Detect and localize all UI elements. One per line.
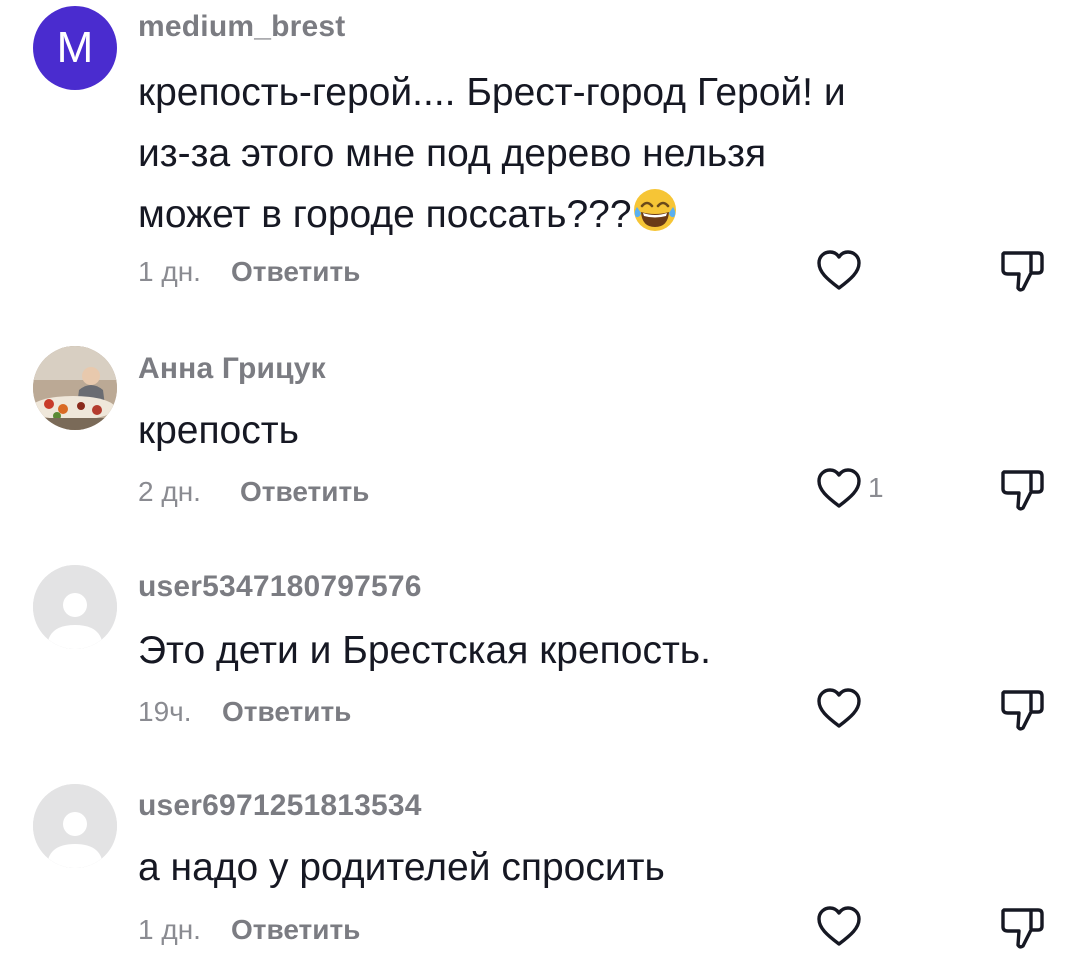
- default-avatar-icon: [33, 784, 117, 868]
- comment-text: а надо у родителей спросить: [138, 837, 938, 898]
- comment-text-line: может в городе поссать???: [138, 184, 938, 245]
- default-avatar-icon: [33, 565, 117, 649]
- avatar[interactable]: [33, 346, 117, 430]
- avatar[interactable]: M: [33, 6, 117, 90]
- reply-button[interactable]: Ответить: [222, 696, 351, 728]
- comment-timestamp: 1 дн.: [138, 256, 201, 287]
- comment-username[interactable]: user6971251813534: [138, 789, 422, 823]
- comment-text-line: из-за этого мне под дерево нельзя: [138, 132, 767, 175]
- comment-text: крепость: [138, 400, 938, 461]
- comment-timestamp: 1 дн.: [138, 914, 201, 945]
- comment-text: крепость-герой.... Брест-город Герой! и …: [138, 62, 938, 245]
- reply-button[interactable]: Ответить: [231, 256, 360, 288]
- avatar-photo-image: [33, 346, 117, 430]
- like-count: 1: [868, 472, 884, 503]
- comment-text-line: крепость-герой.... Брест-город Герой! и: [138, 71, 846, 114]
- comment-item: M medium_brest крепость-герой.... Брест-…: [0, 0, 1080, 320]
- comment-text-line: Это дети и Брестская крепость.: [138, 629, 711, 672]
- reply-button[interactable]: Ответить: [231, 914, 360, 946]
- heart-outline-icon[interactable]: [815, 466, 863, 510]
- avatar[interactable]: [33, 565, 117, 649]
- heart-outline-icon[interactable]: [815, 904, 863, 948]
- comment-text-line: а надо у родителей спросить: [138, 846, 665, 889]
- heart-outline-icon[interactable]: [815, 686, 863, 730]
- avatar[interactable]: [33, 784, 117, 868]
- comment-timestamp: 2 дн.: [138, 476, 201, 507]
- heart-outline-icon[interactable]: [815, 248, 863, 292]
- thumbs-down-outline-icon[interactable]: [998, 686, 1046, 732]
- comment-username[interactable]: medium_brest: [138, 10, 345, 44]
- comment-username[interactable]: user5347180797576: [138, 570, 422, 604]
- face-with-tears-of-joy-emoji: [633, 189, 676, 231]
- avatar-letter: M: [56, 23, 94, 72]
- thumbs-down-outline-icon[interactable]: [998, 247, 1046, 293]
- comment-text-line: крепость: [138, 409, 299, 452]
- comment-username[interactable]: Анна Грицук: [138, 352, 326, 386]
- thumbs-down-outline-icon[interactable]: [998, 466, 1046, 512]
- thumbs-down-outline-icon[interactable]: [998, 904, 1046, 950]
- comment-timestamp: 19ч.: [138, 696, 192, 727]
- comment-text: Это дети и Брестская крепость.: [138, 620, 938, 681]
- reply-button[interactable]: Ответить: [240, 476, 369, 508]
